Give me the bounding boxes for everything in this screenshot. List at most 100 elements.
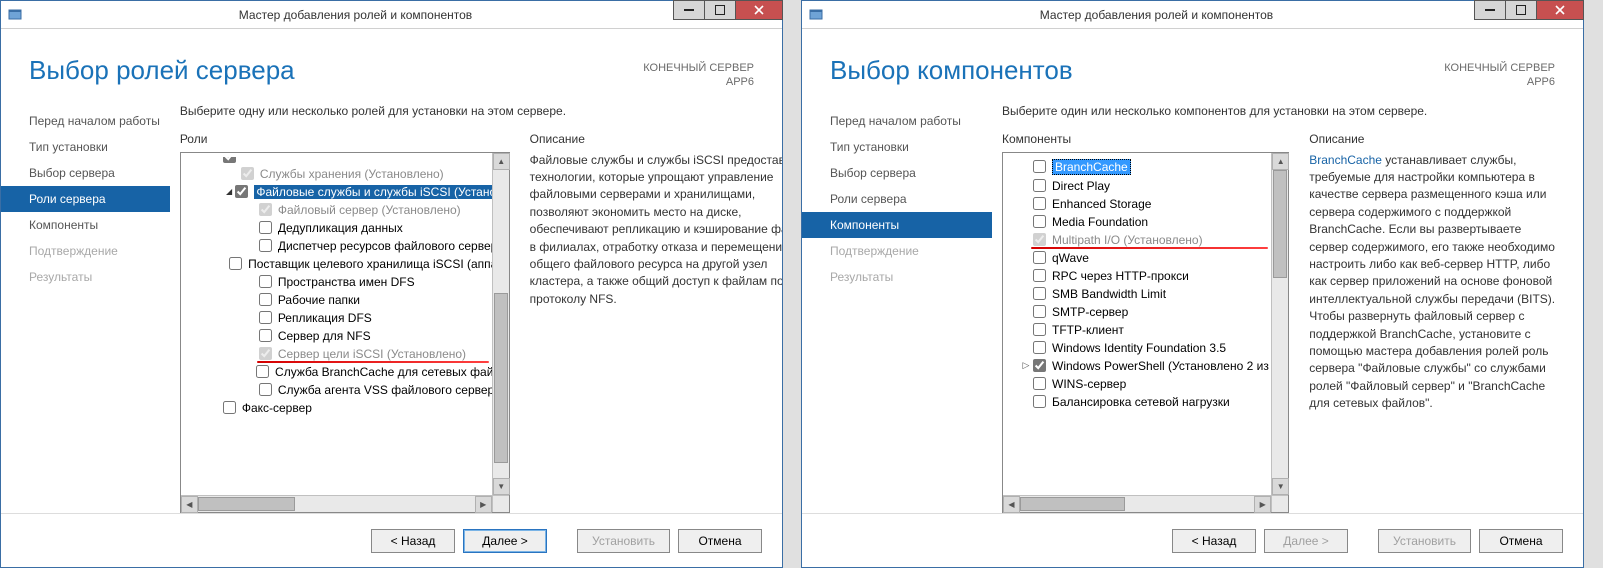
list-item[interactable]: Рабочие папки — [181, 291, 509, 309]
nav-step[interactable]: Выбор сервера — [802, 160, 992, 186]
list-item[interactable]: ◢Файловые службы и службы iSCSI (Установ… — [181, 183, 509, 201]
item-label: Поставщик целевого хранилища iSCSI (аппа… — [248, 257, 505, 271]
checkbox[interactable] — [1033, 359, 1046, 372]
list-item[interactable]: Media Foundation — [1011, 213, 1288, 231]
scroll-up-icon[interactable]: ▲ — [493, 153, 510, 170]
checkbox[interactable] — [1033, 251, 1046, 264]
checkbox[interactable] — [1033, 377, 1046, 390]
checkbox[interactable] — [1033, 395, 1046, 408]
vertical-scrollbar[interactable]: ▲ ▼ — [492, 153, 509, 495]
checkbox[interactable] — [1033, 215, 1046, 228]
list-item[interactable]: Direct Play — [1011, 177, 1288, 195]
list-item[interactable] — [181, 157, 509, 165]
scroll-up-icon[interactable]: ▲ — [1272, 153, 1289, 170]
expand-icon[interactable]: ◢ — [223, 187, 236, 196]
nav-step[interactable]: Компоненты — [1, 212, 170, 238]
cancel-button[interactable]: Отмена — [1479, 529, 1563, 553]
checkbox[interactable] — [259, 311, 272, 324]
list-item[interactable]: Балансировка сетевой нагрузки — [1011, 393, 1288, 411]
list-item[interactable]: WINS-сервер — [1011, 375, 1288, 393]
nav-steps: Перед началом работыТип установкиВыбор с… — [1, 100, 170, 513]
checkbox[interactable] — [259, 239, 272, 252]
scroll-thumb[interactable] — [494, 293, 508, 463]
list-item[interactable]: Дедупликация данных — [181, 219, 509, 237]
scroll-left-icon[interactable]: ◀ — [1003, 496, 1020, 513]
checkbox[interactable] — [1033, 269, 1046, 282]
checkbox[interactable] — [259, 221, 272, 234]
list-item[interactable]: Сервер для NFS — [181, 327, 509, 345]
nav-step[interactable]: Тип установки — [802, 134, 992, 160]
nav-step[interactable]: Роли сервера — [802, 186, 992, 212]
minimize-button[interactable] — [1474, 0, 1506, 20]
list-item[interactable]: Пространства имен DFS — [181, 273, 509, 291]
next-button[interactable]: Далее > — [463, 529, 547, 553]
horizontal-scrollbar[interactable]: ◀ ▶ — [1003, 495, 1271, 512]
checkbox[interactable] — [223, 157, 236, 163]
checkbox[interactable] — [229, 257, 242, 270]
scroll-down-icon[interactable]: ▼ — [1272, 478, 1289, 495]
checkbox[interactable] — [1033, 341, 1046, 354]
scroll-thumb[interactable] — [1273, 170, 1287, 278]
expand-icon[interactable]: ▷ — [1019, 360, 1033, 371]
item-label: Служба BranchCache для сетевых файлов — [275, 365, 505, 379]
close-button[interactable] — [1536, 0, 1584, 20]
checkbox[interactable] — [1033, 323, 1046, 336]
nav-step[interactable]: Тип установки — [1, 134, 170, 160]
checkbox[interactable] — [1033, 305, 1046, 318]
nav-step[interactable]: Выбор сервера — [1, 160, 170, 186]
item-label: Рабочие папки — [278, 293, 360, 307]
checkbox[interactable] — [1033, 197, 1046, 210]
list-item[interactable]: RPC через HTTP-прокси — [1011, 267, 1288, 285]
checkbox[interactable] — [259, 275, 272, 288]
list-item[interactable]: SMTP-сервер — [1011, 303, 1288, 321]
page-header: Выбор компонентов КОНЕЧНЫЙ СЕРВЕР APP6 — [802, 29, 1583, 100]
checkbox[interactable] — [1033, 287, 1046, 300]
list-item[interactable]: SMB Bandwidth Limit — [1011, 285, 1288, 303]
list-item[interactable]: Поставщик целевого хранилища iSCSI (аппа… — [181, 255, 509, 273]
scroll-right-icon[interactable]: ▶ — [475, 496, 492, 513]
minimize-button[interactable] — [673, 0, 705, 20]
maximize-button[interactable] — [1505, 0, 1537, 20]
checkbox[interactable] — [259, 329, 272, 342]
checkbox[interactable] — [256, 365, 269, 378]
checkbox[interactable] — [1033, 160, 1046, 173]
scroll-thumb-h[interactable] — [198, 497, 295, 511]
list-item[interactable]: Факс-сервер — [181, 399, 509, 417]
list-item[interactable]: Репликация DFS — [181, 309, 509, 327]
nav-step[interactable]: Перед началом работы — [802, 108, 992, 134]
list-item[interactable]: Служба агента VSS файлового сервера — [181, 381, 509, 399]
back-button[interactable]: < Назад — [1172, 529, 1256, 553]
scroll-right-icon[interactable]: ▶ — [1254, 496, 1271, 513]
horizontal-scrollbar[interactable]: ◀ ▶ — [181, 495, 492, 512]
nav-step: Подтверждение — [802, 238, 992, 264]
vertical-scrollbar[interactable]: ▲ ▼ — [1271, 153, 1288, 495]
checkbox[interactable] — [223, 401, 236, 414]
checkbox[interactable] — [259, 293, 272, 306]
checkbox[interactable] — [235, 185, 248, 198]
nav-step[interactable]: Компоненты — [802, 212, 992, 238]
scroll-down-icon[interactable]: ▼ — [493, 478, 510, 495]
scroll-thumb-h[interactable] — [1020, 497, 1125, 511]
checkbox[interactable] — [1033, 179, 1046, 192]
close-button[interactable] — [735, 0, 783, 20]
scroll-left-icon[interactable]: ◀ — [181, 496, 198, 513]
list-item[interactable]: Служба BranchCache для сетевых файлов — [181, 363, 509, 381]
list-item[interactable]: TFTP-клиент — [1011, 321, 1288, 339]
list-item[interactable]: ▷Windows PowerShell (Установлено 2 из 5) — [1011, 357, 1288, 375]
scroll-corner — [1271, 495, 1288, 512]
back-button[interactable]: < Назад — [371, 529, 455, 553]
nav-step[interactable]: Роли сервера — [1, 186, 170, 212]
roles-listbox[interactable]: Службы хранения (Установлено)◢Файловые с… — [180, 152, 510, 513]
list-item[interactable]: qWave — [1011, 249, 1288, 267]
checkbox[interactable] — [259, 383, 272, 396]
list-item[interactable]: Диспетчер ресурсов файлового сервера — [181, 237, 509, 255]
maximize-button[interactable] — [704, 0, 736, 20]
list-item[interactable]: BranchCache — [1011, 157, 1288, 177]
item-label: SMTP-сервер — [1052, 305, 1128, 319]
nav-step[interactable]: Перед началом работы — [1, 108, 170, 134]
cancel-button[interactable]: Отмена — [678, 529, 762, 553]
app-icon — [808, 7, 824, 23]
list-item[interactable]: Windows Identity Foundation 3.5 — [1011, 339, 1288, 357]
list-item[interactable]: Enhanced Storage — [1011, 195, 1288, 213]
features-listbox[interactable]: BranchCacheDirect PlayEnhanced StorageMe… — [1002, 152, 1289, 513]
